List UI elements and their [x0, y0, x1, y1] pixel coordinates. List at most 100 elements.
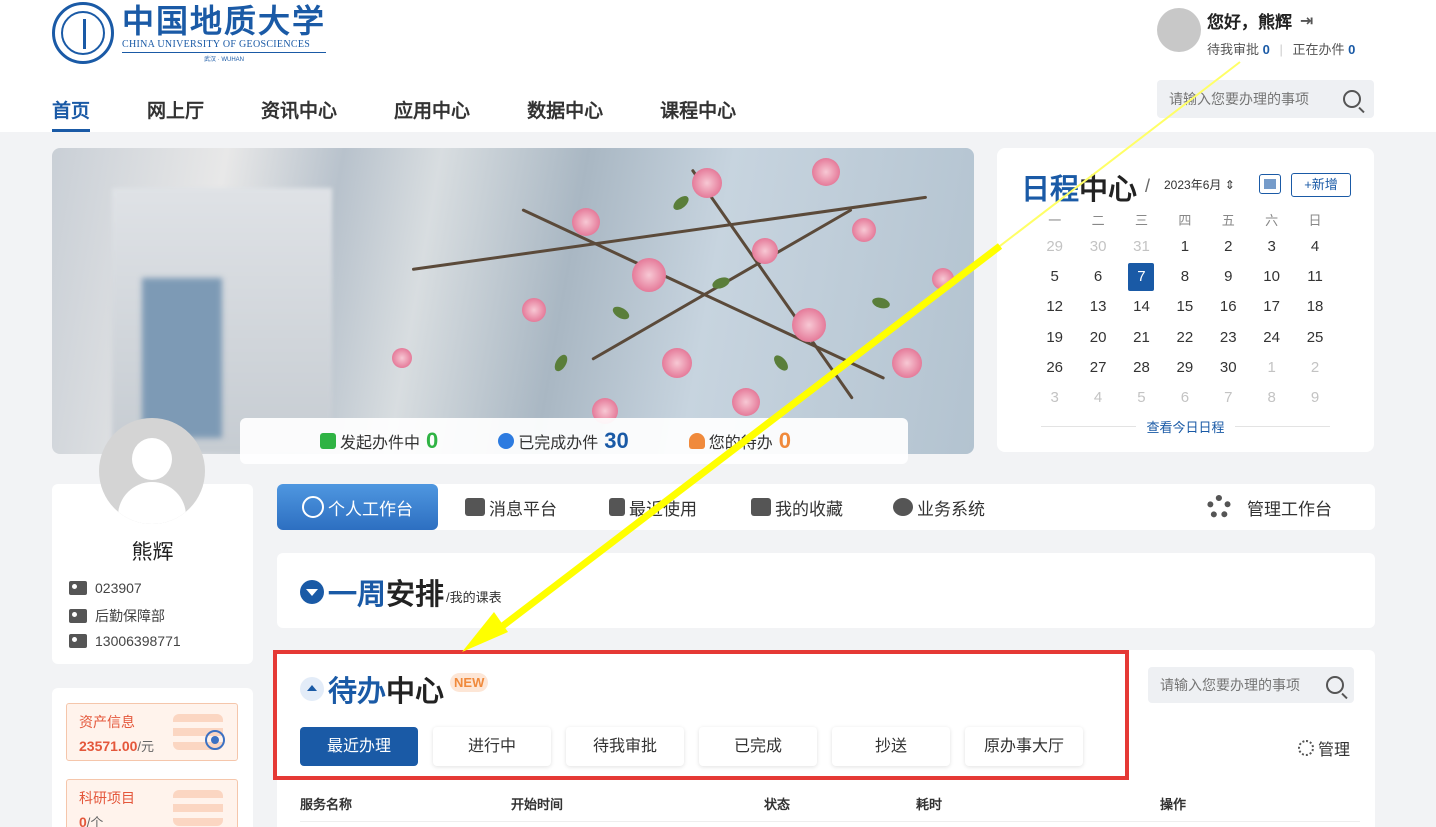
- weekday-label: 六: [1265, 213, 1279, 228]
- schedule-calendar: 日程中心 / 2023年6月 ⇕ +新增 一二三四五六日 29 30 31 1 2 3 4 5 6…: [997, 148, 1374, 452]
- avatar[interactable]: [1157, 8, 1201, 52]
- calendar-day[interactable]: 9: [1293, 383, 1336, 413]
- calendar-day[interactable]: 1: [1163, 232, 1206, 262]
- todo-center-title: 待办中心 NEW: [300, 668, 489, 710]
- calendar-day[interactable]: 27: [1076, 353, 1119, 383]
- search-icon[interactable]: [1343, 90, 1361, 108]
- stat-completed[interactable]: 已完成办件 30: [498, 428, 629, 454]
- todo-search-input[interactable]: [1160, 677, 1316, 693]
- nav-data-center[interactable]: 数据中心: [527, 96, 603, 132]
- leaf: [871, 295, 891, 311]
- tab-admin-workspace[interactable]: 管理工作台: [1207, 484, 1332, 530]
- expand-icon[interactable]: [300, 580, 324, 604]
- calendar-day[interactable]: 5: [1033, 262, 1076, 292]
- stats-bar: 发起办件中 0 已完成办件 30 您的待办 0: [240, 418, 908, 464]
- blossom: [662, 348, 692, 378]
- calendar-day[interactable]: 30: [1207, 353, 1250, 383]
- calendar-day[interactable]: 17: [1250, 292, 1293, 322]
- todo-tab-pending-approval[interactable]: 待我审批: [566, 727, 684, 766]
- month-selector[interactable]: 2023年6月 ⇕: [1164, 176, 1235, 193]
- university-seal-icon: [52, 2, 114, 64]
- settings-icon: [1298, 740, 1314, 756]
- calendar-day[interactable]: 3: [1033, 383, 1076, 413]
- manage-button[interactable]: 管理: [1298, 736, 1350, 760]
- calendar-day[interactable]: 1: [1250, 353, 1293, 383]
- calendar-day[interactable]: 6: [1076, 262, 1119, 292]
- calendar-day[interactable]: 25: [1293, 323, 1336, 353]
- calendar-day[interactable]: 29: [1033, 232, 1076, 262]
- calendar-day[interactable]: 8: [1163, 262, 1206, 292]
- calendar-day[interactable]: 10: [1250, 262, 1293, 292]
- user-dept-row: 后勤保障部: [69, 606, 165, 626]
- pending-label[interactable]: 待我审批: [1207, 42, 1259, 57]
- my-timetable-link[interactable]: /我的课表: [446, 587, 502, 606]
- doing-label[interactable]: 正在办件: [1293, 42, 1345, 57]
- todo-center-panel: 待办中心 NEW 最近办理 进行中 待我审批 已完成 抄送 原办事大厅 管理 服…: [277, 650, 1375, 827]
- calendar-day[interactable]: 31: [1120, 232, 1163, 262]
- research-project-card[interactable]: 科研项目 0/个: [66, 779, 238, 827]
- calendar-day[interactable]: 3: [1250, 232, 1293, 262]
- search-input[interactable]: [1169, 91, 1329, 107]
- view-today-schedule-link[interactable]: 查看今日日程: [1136, 420, 1235, 435]
- calendar-day[interactable]: 16: [1207, 292, 1250, 322]
- calendar-day[interactable]: 30: [1076, 232, 1119, 262]
- calendar-day[interactable]: 23: [1207, 323, 1250, 353]
- todo-tab-completed[interactable]: 已完成: [699, 727, 817, 766]
- calendar-day[interactable]: 2: [1293, 353, 1336, 383]
- calendar-view-icon[interactable]: [1259, 174, 1281, 194]
- campus-banner-image: [52, 148, 974, 454]
- eye-icon[interactable]: [205, 730, 225, 750]
- tab-message-platform[interactable]: 消息平台: [465, 484, 557, 530]
- todo-tab-old-hall[interactable]: 原办事大厅: [965, 727, 1083, 766]
- calendar-day[interactable]: 29: [1163, 353, 1206, 383]
- tab-recently-used[interactable]: 最近使用: [609, 484, 697, 530]
- tab-my-favorites[interactable]: 我的收藏: [751, 484, 843, 530]
- university-logo[interactable]: 中国地质大学 CHINA UNIVERSITY OF GEOSCIENCES 武…: [52, 2, 327, 64]
- user-avatar[interactable]: [99, 418, 205, 524]
- nav-online-hall[interactable]: 网上厅: [147, 96, 204, 132]
- calendar-day[interactable]: 28: [1120, 353, 1163, 383]
- nav-home[interactable]: 首页: [52, 96, 91, 132]
- header-start-time: 开始时间: [511, 797, 564, 812]
- calendar-day[interactable]: 11: [1293, 262, 1336, 292]
- nav-app-center[interactable]: 应用中心: [394, 96, 470, 132]
- workspace-tabbar: 个人工作台 消息平台 最近使用 我的收藏 业务系统 管理工作台: [277, 484, 1375, 530]
- calendar-day[interactable]: 4: [1293, 232, 1336, 262]
- top-search-box: [1157, 80, 1374, 118]
- stat-initiated[interactable]: 发起办件中 0: [320, 428, 438, 454]
- calendar-day-today[interactable]: 7: [1120, 262, 1163, 292]
- logout-icon[interactable]: ⇥: [1300, 11, 1313, 31]
- calendar-day[interactable]: 4: [1076, 383, 1119, 413]
- todo-tab-recent[interactable]: 最近办理: [300, 727, 418, 766]
- calendar-day[interactable]: 19: [1033, 323, 1076, 353]
- calendar-day[interactable]: 2: [1207, 232, 1250, 262]
- user-top-panel: 您好，熊辉 ⇥ 待我审批 0 | 正在办件 0: [1157, 8, 1355, 58]
- calendar-day[interactable]: 13: [1076, 292, 1119, 322]
- calendar-day[interactable]: 24: [1250, 323, 1293, 353]
- calendar-day[interactable]: 8: [1250, 383, 1293, 413]
- todo-tab-cc[interactable]: 抄送: [832, 727, 950, 766]
- stat-todo[interactable]: 您的待办 0: [688, 428, 791, 454]
- calendar-day[interactable]: 12: [1033, 292, 1076, 322]
- calendar-day[interactable]: 5: [1120, 383, 1163, 413]
- calendar-day[interactable]: 9: [1207, 262, 1250, 292]
- tab-personal-workspace[interactable]: 个人工作台: [277, 484, 438, 530]
- calendar-day[interactable]: 21: [1120, 323, 1163, 353]
- collapse-icon[interactable]: [300, 677, 324, 701]
- calendar-day[interactable]: 22: [1163, 323, 1206, 353]
- todo-tab-in-progress[interactable]: 进行中: [433, 727, 551, 766]
- calendar-day[interactable]: 7: [1207, 383, 1250, 413]
- nav-news-center[interactable]: 资讯中心: [261, 96, 337, 132]
- calendar-day[interactable]: 15: [1163, 292, 1206, 322]
- asset-info-card[interactable]: 资产信息 23571.00/元: [66, 703, 238, 761]
- calendar-day[interactable]: 18: [1293, 292, 1336, 322]
- tab-business-systems[interactable]: 业务系统: [893, 484, 985, 530]
- search-icon[interactable]: [1326, 676, 1344, 694]
- calendar-day[interactable]: 26: [1033, 353, 1076, 383]
- calendar-day[interactable]: 20: [1076, 323, 1119, 353]
- add-schedule-button[interactable]: +新增: [1291, 173, 1351, 197]
- user-id-row: 023907: [69, 580, 142, 596]
- nav-course-center[interactable]: 课程中心: [660, 96, 736, 132]
- calendar-day[interactable]: 6: [1163, 383, 1206, 413]
- calendar-day[interactable]: 14: [1120, 292, 1163, 322]
